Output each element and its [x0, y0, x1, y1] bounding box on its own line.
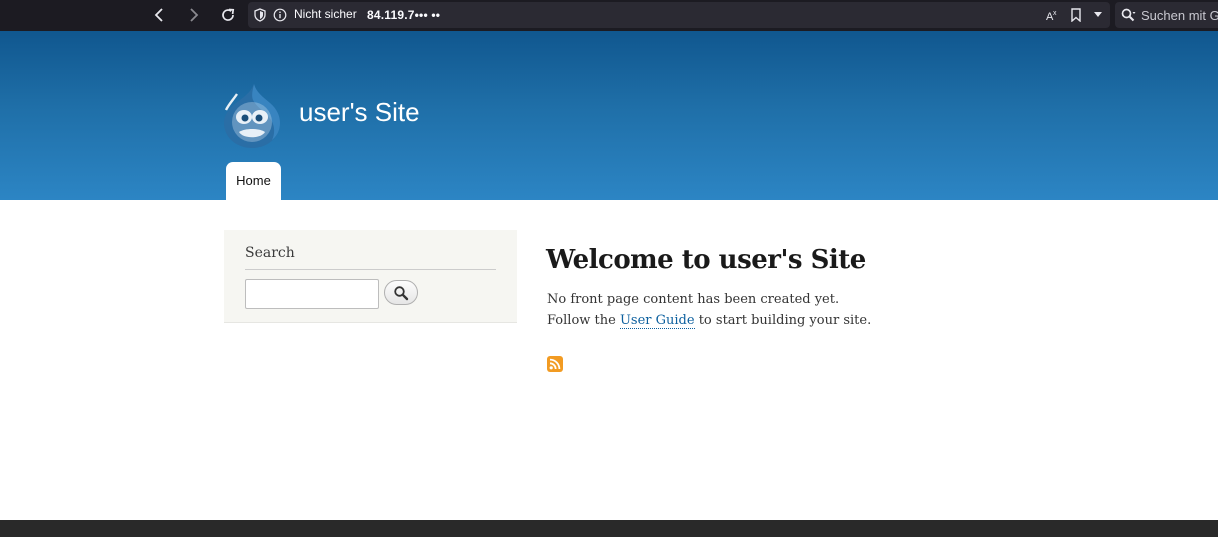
site-name[interactable]: user's Site: [299, 97, 420, 128]
rss-feed-link[interactable]: [547, 356, 563, 372]
chevron-down-icon[interactable]: [1090, 7, 1106, 23]
magnifier-icon: [394, 285, 409, 300]
message-prefix: Follow the: [547, 313, 620, 328]
url-text[interactable]: 84.119.7••• ••: [367, 8, 440, 22]
user-guide-link[interactable]: User Guide: [619, 313, 695, 329]
search-block-title: Search: [245, 245, 295, 261]
info-icon[interactable]: [272, 7, 288, 23]
drupal-drop-icon: [224, 84, 280, 148]
drupal-logo[interactable]: [223, 82, 281, 150]
reload-button[interactable]: [216, 4, 240, 26]
empty-content-message: No front page content has been created y…: [547, 292, 840, 307]
search-input[interactable]: [245, 279, 379, 309]
search-submit-button[interactable]: [384, 280, 418, 305]
bookmark-icon[interactable]: [1068, 7, 1084, 23]
rss-icon: [547, 356, 563, 372]
translate-icon[interactable]: Ax: [1045, 7, 1061, 23]
security-label[interactable]: Nicht sicher: [294, 7, 357, 21]
browser-toolbar: Nicht sicher 84.119.7••• •• Ax Suchen mi…: [0, 0, 1218, 31]
forward-button[interactable]: [182, 4, 206, 26]
reload-icon: [222, 8, 235, 21]
search-block: Search: [224, 230, 517, 323]
forward-arrow-icon: [190, 8, 199, 22]
nav-tab-home[interactable]: Home: [226, 162, 281, 200]
back-button[interactable]: [147, 4, 171, 26]
search-icon: [1121, 7, 1137, 26]
message-suffix: to start building your site.: [694, 313, 872, 328]
page-title: Welcome to user's Site: [546, 245, 866, 275]
site-header: user's Site Home: [0, 31, 1218, 200]
svg-text:x: x: [1053, 10, 1057, 17]
user-guide-message: Follow the User Guide to start building …: [547, 313, 872, 329]
browser-search-bar[interactable]: Suchen mit G: [1115, 2, 1218, 28]
shield-icon[interactable]: [252, 7, 268, 23]
address-bar[interactable]: Nicht sicher 84.119.7••• •• Ax: [248, 2, 1110, 28]
back-arrow-icon: [154, 8, 163, 22]
search-placeholder: Suchen mit G: [1141, 8, 1218, 23]
site-footer: [0, 520, 1218, 537]
block-divider: [245, 269, 496, 270]
